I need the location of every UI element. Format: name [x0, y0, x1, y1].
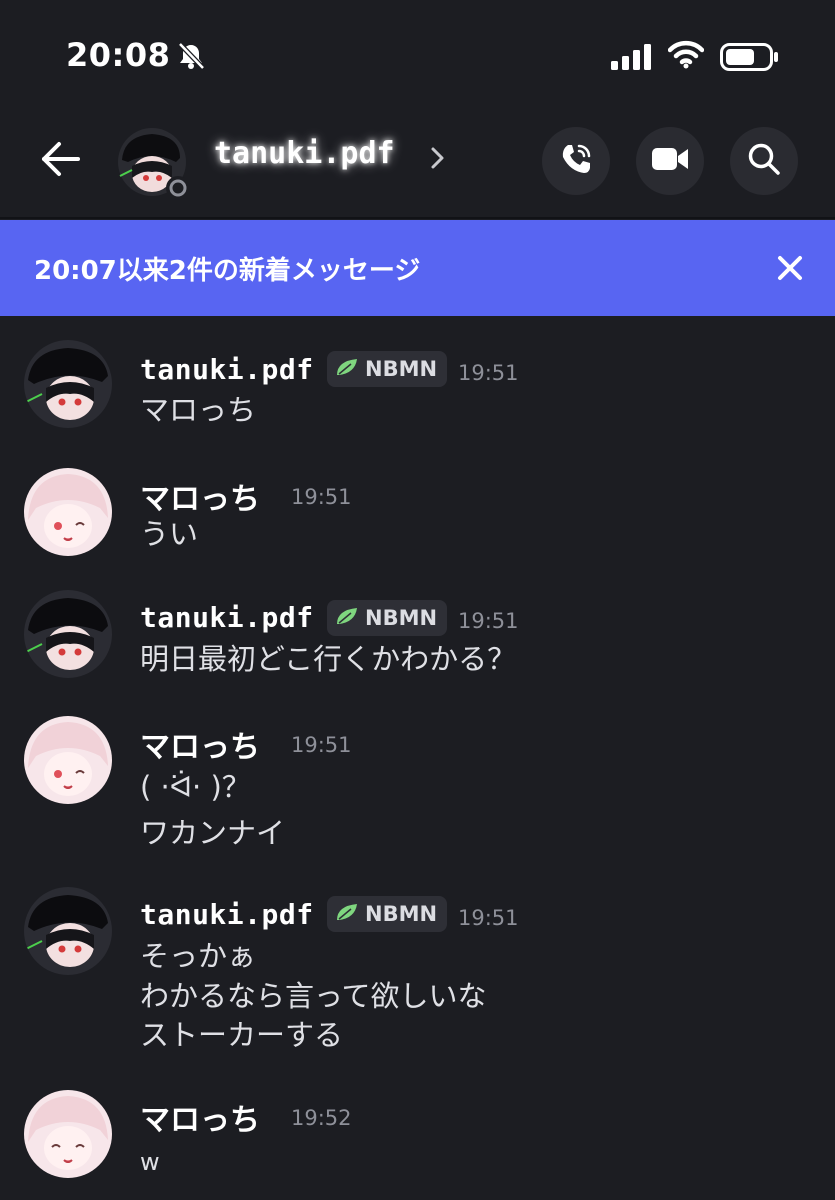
avatar[interactable] — [24, 468, 112, 556]
message-author[interactable]: tanuki.pdf — [140, 898, 314, 931]
message-author[interactable]: マロっち — [140, 1095, 260, 1139]
message-text: ワカンナイ — [140, 816, 286, 850]
avatar[interactable] — [24, 340, 112, 428]
arrow-left-icon[interactable] — [38, 136, 84, 186]
message-author[interactable]: tanuki.pdf — [140, 601, 314, 634]
message-text: w — [140, 1148, 160, 1176]
message-text: 明日最初どこ行くかわかる？ — [140, 642, 517, 676]
message-text: ( ·ᐛ· )？ — [140, 770, 251, 804]
wifi-icon — [667, 40, 705, 74]
message-text: わかるなら言って欲しいな — [140, 979, 487, 1013]
message-timestamp: 19:51 — [458, 609, 519, 633]
chevron-right-icon[interactable] — [430, 146, 446, 174]
message-text: マロっち — [140, 393, 257, 427]
cellular-signal-icon — [611, 44, 653, 74]
message-timestamp: 19:52 — [291, 1106, 352, 1130]
bell-slash-icon — [176, 41, 206, 75]
avatar[interactable] — [24, 716, 112, 804]
badge-label: NBMN — [365, 606, 438, 630]
video-camera-icon — [651, 145, 689, 177]
search-icon — [747, 142, 781, 180]
avatar[interactable] — [24, 590, 112, 678]
avatar[interactable] — [24, 1090, 112, 1178]
message-author[interactable]: マロっち — [140, 474, 260, 518]
header-divider — [0, 217, 835, 219]
leaf-icon — [335, 357, 359, 382]
close-icon[interactable] — [772, 250, 808, 286]
battery-icon — [720, 43, 780, 75]
message-text: そっかぁ — [140, 939, 257, 973]
leaf-icon — [335, 902, 359, 927]
member-badge[interactable]: NBMN — [327, 600, 448, 636]
status-time: 20:08 — [66, 36, 171, 74]
status-bar: 20:08 — [0, 0, 835, 110]
header-avatar[interactable] — [116, 126, 190, 200]
message-author[interactable]: マロっち — [140, 722, 260, 766]
message-timestamp: 19:51 — [291, 733, 352, 757]
new-messages-text: 20:07以来2件の新着メッセージ — [34, 256, 421, 286]
search-button[interactable] — [730, 127, 798, 195]
video-call-button[interactable] — [636, 127, 704, 195]
message-text: ストーカーする — [140, 1018, 344, 1052]
member-badge[interactable]: NBMN — [327, 896, 448, 932]
avatar[interactable] — [24, 887, 112, 975]
message-timestamp: 19:51 — [291, 485, 352, 509]
chat-title[interactable]: tanuki.pdf — [214, 136, 395, 171]
call-button[interactable] — [542, 127, 610, 195]
message-author[interactable]: tanuki.pdf — [140, 353, 314, 386]
badge-label: NBMN — [365, 902, 438, 926]
phone-icon — [558, 141, 594, 181]
leaf-icon — [335, 606, 359, 631]
message-text: うい — [140, 517, 199, 551]
message-timestamp: 19:51 — [458, 361, 519, 385]
member-badge[interactable]: NBMN — [327, 351, 448, 387]
badge-label: NBMN — [365, 357, 438, 381]
message-timestamp: 19:51 — [458, 906, 519, 930]
new-messages-banner[interactable]: 20:07以来2件の新着メッセージ — [0, 220, 835, 316]
